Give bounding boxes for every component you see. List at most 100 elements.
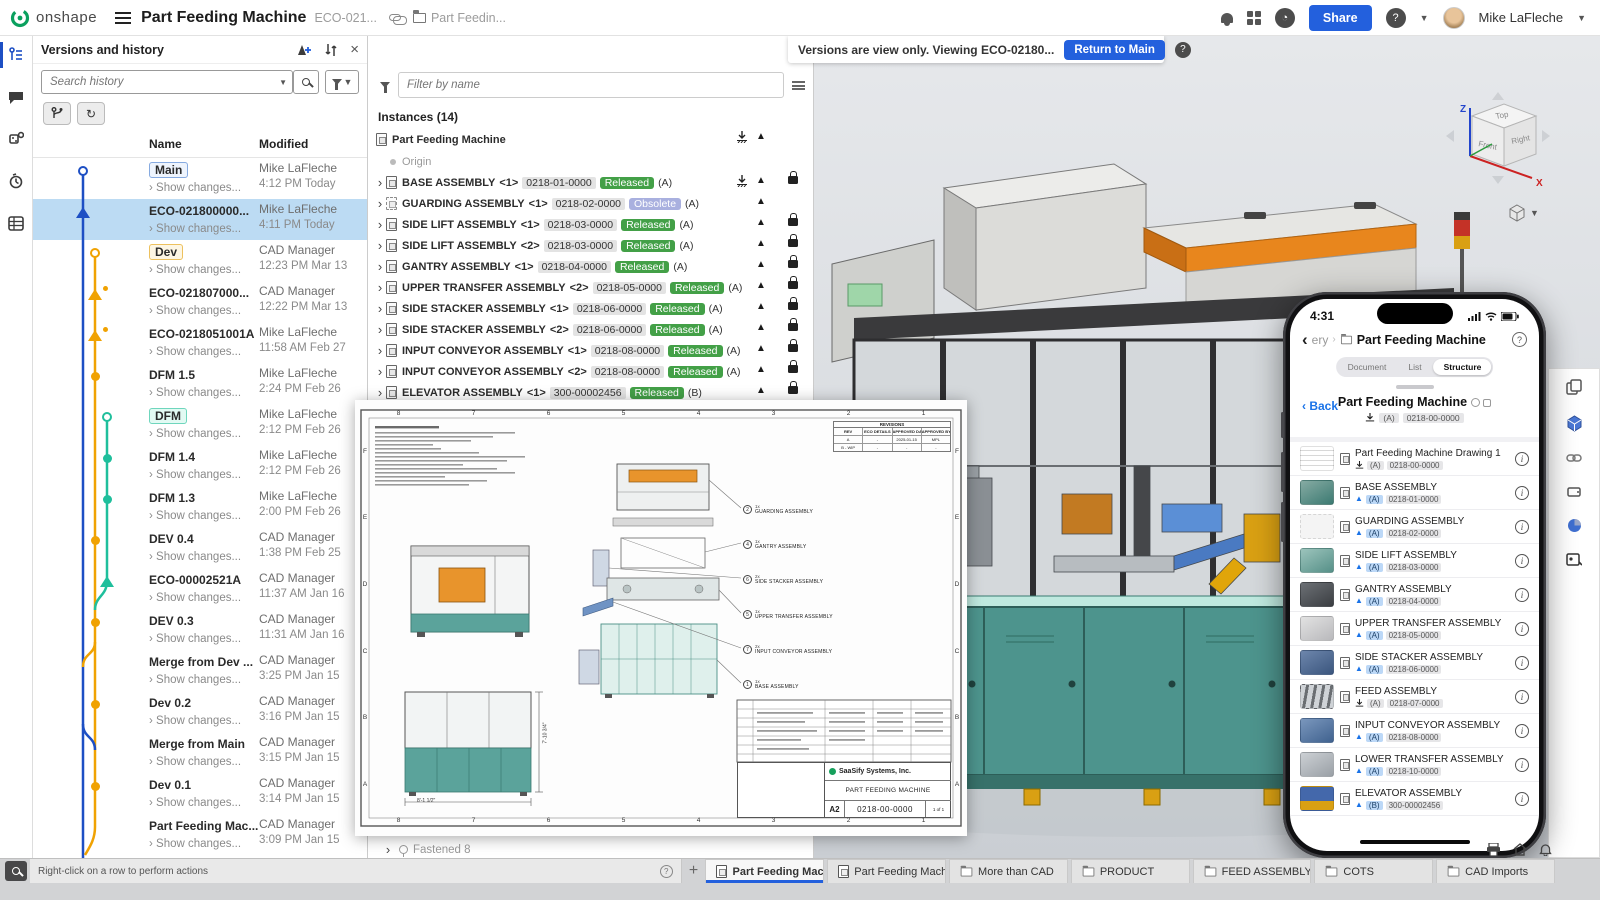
help-icon[interactable]: ? [1175,42,1191,58]
drag-handle[interactable] [1396,385,1434,389]
history-icon[interactable] [0,168,33,194]
expand-chevron-icon[interactable]: › [374,301,386,316]
version-row[interactable]: DEV 0.3 › Show changes... CAD Manager 11… [33,609,367,650]
device-icon[interactable] [1566,484,1582,498]
explore-icon[interactable]: ◔ [1275,8,1295,28]
version-row[interactable]: Dev › Show changes... CAD Manager 12:23 … [33,240,367,281]
instance-row[interactable]: › INPUT CONVEYOR ASSEMBLY <2> 0218-08-00… [368,361,813,382]
document-tab[interactable]: CAD Imports [1436,859,1555,883]
menu-icon[interactable] [115,12,131,24]
link-icon[interactable] [389,14,401,21]
return-to-main-button[interactable]: Return to Main [1064,40,1165,60]
document-tab[interactable]: Part Feeding Machine [705,859,824,883]
version-name[interactable]: Dev [149,244,183,260]
version-row[interactable]: Part Feeding Mac... › Show changes... CA… [33,814,367,855]
show-changes-link[interactable]: › Show changes... [149,715,257,727]
info-icon[interactable]: i [1515,690,1529,704]
document-tab[interactable]: FEED ASSEMBLY [1193,859,1312,883]
list-options-icon[interactable] [792,81,805,90]
onshape-logo[interactable]: onshape [0,8,97,28]
instance-row[interactable]: › GUARDING ASSEMBLY <1> 0218-02-0000 Obs… [368,193,813,214]
chevron-down-icon[interactable]: ▼ [1420,13,1429,23]
version-row[interactable]: DFM 1.3 › Show changes... Mike LaFleche … [33,486,367,527]
visibility-icon[interactable] [1471,398,1480,407]
pie-chart-icon[interactable] [1567,518,1582,533]
phone-list-item[interactable]: UPPER TRANSFER ASSEMBLY ▲ (A) 0218-05-00… [1290,612,1539,646]
version-name[interactable]: Part Feeding Mac... [149,819,258,833]
version-row[interactable]: ECO-021807000... › Show changes... CAD M… [33,281,367,322]
close-icon[interactable]: × [350,42,359,57]
show-changes-link[interactable]: › Show changes... [149,387,257,399]
expand-chevron-icon[interactable]: › [374,217,386,232]
info-icon[interactable]: i [1515,520,1529,534]
copy-icon[interactable] [1483,399,1491,407]
instance-row[interactable]: › GANTRY ASSEMBLY <1> 0218-04-0000 Relea… [368,256,813,277]
show-changes-link[interactable]: › Show changes... [149,551,257,563]
version-name[interactable]: Merge from Dev ... [149,655,253,669]
drawing-sheet[interactable]: 87654321 87654321 FEDCBA FEDCBA REVISION… [355,400,967,836]
chevron-down-icon[interactable]: ▼ [1577,13,1586,23]
phone-tab[interactable]: Document [1338,359,1397,375]
search-tabs-button[interactable] [5,861,27,881]
version-name[interactable]: ECO-021800000... [149,204,249,218]
show-changes-link[interactable]: › Show changes... [149,592,257,604]
version-name[interactable]: Main [149,162,188,178]
phone-list-item[interactable]: GUARDING ASSEMBLY ▲ (A) 0218-02-0000 i [1290,510,1539,544]
info-icon[interactable]: i [1515,554,1529,568]
back-chevron-icon[interactable]: ‹ [1302,331,1308,348]
version-row[interactable]: DFM 1.4 › Show changes... Mike LaFleche … [33,445,367,486]
instance-row[interactable]: › SIDE STACKER ASSEMBLY <1> 0218-06-0000… [368,298,813,319]
help-icon[interactable]: ? [1386,8,1406,28]
show-changes-link[interactable]: › Show changes... [149,756,257,768]
phone-tab[interactable]: List [1398,359,1431,375]
versions-panel-icon[interactable] [0,42,33,68]
version-name[interactable]: DEV 0.4 [149,532,194,546]
notifications-icon[interactable] [1221,13,1233,23]
version-name[interactable]: DFM 1.3 [149,491,195,505]
search-history-input[interactable] [41,70,293,94]
link-icon[interactable] [1566,452,1582,464]
help-icon[interactable]: ? [1512,332,1527,347]
search-button[interactable] [293,70,319,94]
add-tab-button[interactable]: + [682,859,706,883]
version-row[interactable]: Dev 0.1 › Show changes... CAD Manager 3:… [33,773,367,814]
expand-chevron-icon[interactable]: › [374,322,386,337]
show-changes-link[interactable]: › Show changes... [149,346,257,358]
info-icon[interactable]: i [1515,656,1529,670]
expand-chevron-icon[interactable]: › [374,238,386,253]
compare-icon[interactable] [324,43,338,57]
version-name[interactable]: DFM [149,408,187,424]
bom-table-icon[interactable] [0,210,33,236]
version-row[interactable]: Dev 0.2 › Show changes... CAD Manager 3:… [33,691,367,732]
graph-view-toggle[interactable] [43,102,71,125]
phone-list-item[interactable]: BASE ASSEMBLY ▲ (A) 0218-01-0000 i [1290,476,1539,510]
version-row[interactable]: ECO-0218051001A › Show changes... Mike L… [33,322,367,363]
home-icon[interactable] [1513,843,1527,856]
info-icon[interactable]: i [1515,622,1529,636]
show-changes-link[interactable]: › Show changes... [149,469,257,481]
info-icon[interactable]: i [1515,792,1529,806]
show-changes-link[interactable]: › Show changes... [149,305,257,317]
create-version-icon[interactable] [297,43,312,57]
version-row[interactable]: DFM › Show changes... Mike LaFleche 2:12… [33,404,367,445]
expand-chevron-icon[interactable]: › [374,343,386,358]
apps-grid-icon[interactable] [1247,11,1253,17]
info-icon[interactable]: i [1515,452,1529,466]
phone-list-item[interactable]: FEED ASSEMBLY ▲ (A) 0218-07-0000 i [1290,680,1539,714]
print-icon[interactable] [1486,843,1501,856]
expand-chevron-icon[interactable]: › [374,385,386,400]
filter-icon[interactable] [380,82,390,88]
version-name[interactable]: ECO-0218051001A [149,327,254,341]
version-name[interactable]: ECO-021807000... [149,286,249,300]
show-changes-link[interactable]: › Show changes... [149,223,257,235]
view-cube[interactable]: Top Front Right Z X [1440,92,1556,218]
instance-row[interactable]: › SIDE LIFT ASSEMBLY <1> 0218-03-0000 Re… [368,214,813,235]
info-icon[interactable]: i [1515,588,1529,602]
show-changes-link[interactable]: › Show changes... [149,838,257,850]
phone-list-item[interactable]: SIDE STACKER ASSEMBLY ▲ (A) 0218-06-0000… [1290,646,1539,680]
bell-icon[interactable] [1539,843,1552,856]
origin-row[interactable]: Origin [368,151,813,172]
expand-chevron-icon[interactable]: › [374,175,386,190]
show-changes-link[interactable]: › Show changes... [149,797,257,809]
version-name[interactable]: Dev 0.2 [149,696,191,710]
